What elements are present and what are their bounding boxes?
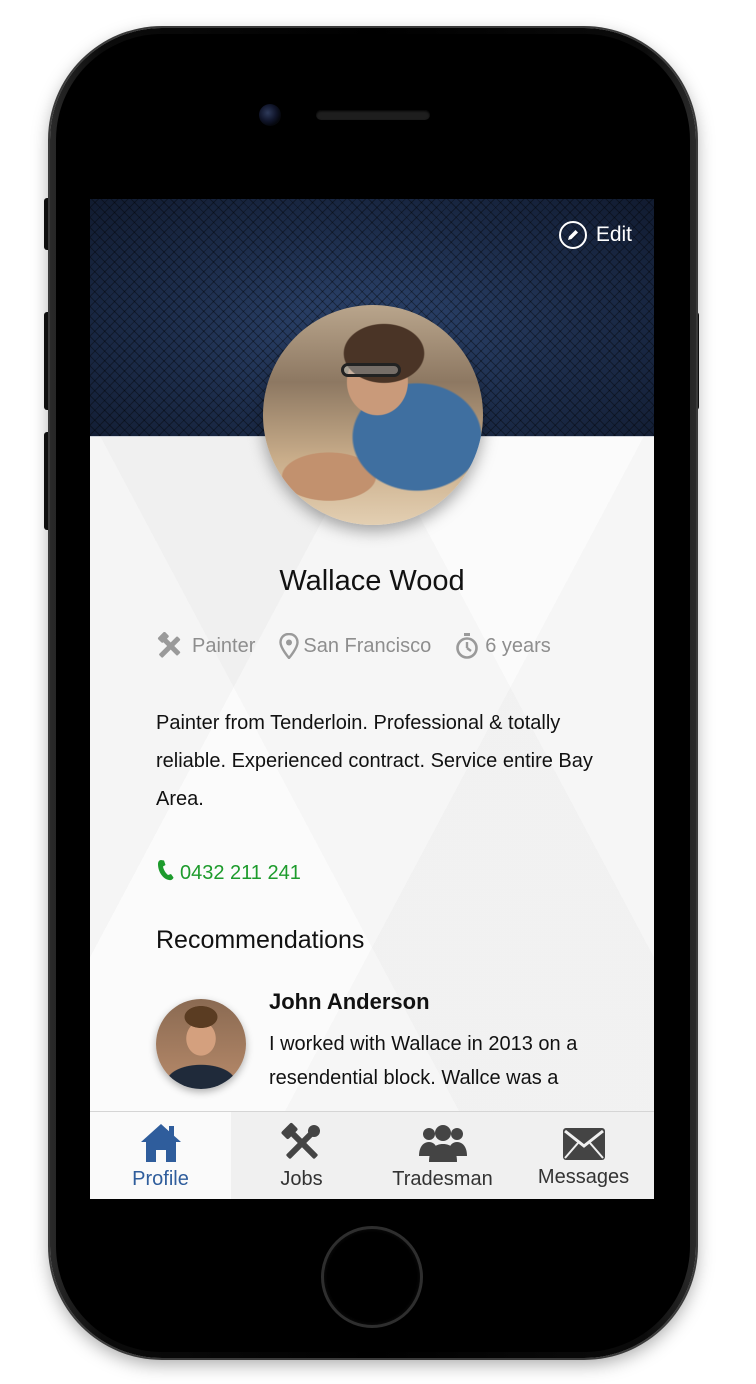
recommender-name: John Anderson — [269, 989, 430, 1014]
tab-messages-label: Messages — [537, 1166, 630, 1188]
trade-meta: Painter — [156, 632, 255, 660]
map-pin-icon — [279, 633, 300, 659]
recommender-avatar — [156, 999, 246, 1089]
app-screen: Edit Wallace Wood Painter San Francisco … — [90, 199, 654, 1199]
tab-tradesman[interactable]: Tradesman — [372, 1112, 513, 1199]
tab-tradesman-label: Tradesman — [392, 1168, 493, 1190]
tab-profile-label: Profile — [132, 1168, 189, 1190]
stopwatch-icon — [455, 632, 479, 660]
tools-icon — [280, 1122, 323, 1164]
envelope-icon — [562, 1122, 606, 1162]
recommendations-title: Recommendations — [156, 926, 365, 954]
phone-icon — [156, 858, 176, 888]
location-label: San Francisco — [303, 634, 432, 657]
tab-jobs[interactable]: Jobs — [231, 1112, 372, 1199]
home-button — [321, 1226, 423, 1328]
home-icon — [139, 1122, 183, 1164]
experience-label: 6 years — [485, 634, 551, 657]
profile-avatar — [263, 305, 483, 525]
bottom-tab-bar: Profile Jobs Tradesman Messages — [90, 1111, 654, 1199]
earpiece-speaker — [316, 110, 430, 120]
profile-bio: Painter from Tenderloin. Professional & … — [156, 712, 593, 810]
tab-jobs-label: Jobs — [280, 1168, 323, 1190]
experience-meta: 6 years — [455, 632, 551, 660]
tab-messages[interactable]: Messages — [513, 1112, 654, 1199]
pencil-icon — [558, 221, 587, 249]
profile-name: Wallace Wood — [279, 565, 465, 597]
avatar-glasses — [341, 363, 401, 377]
trade-label: Painter — [192, 634, 256, 657]
tab-profile[interactable]: Profile — [90, 1112, 231, 1199]
tools-icon — [156, 632, 184, 660]
recommendation-text: I worked with Wallace in 2013 on a resen… — [269, 1033, 578, 1089]
phone-number-link[interactable]: 0432 211 241 — [156, 858, 301, 888]
profile-meta-row: Painter San Francisco 6 years — [156, 632, 575, 660]
edit-label: Edit — [595, 223, 632, 246]
phone-number: 0432 211 241 — [180, 861, 301, 884]
edit-button[interactable]: Edit — [558, 221, 632, 249]
front-camera — [259, 104, 281, 126]
location-meta: San Francisco — [279, 633, 431, 659]
group-icon — [418, 1122, 468, 1164]
